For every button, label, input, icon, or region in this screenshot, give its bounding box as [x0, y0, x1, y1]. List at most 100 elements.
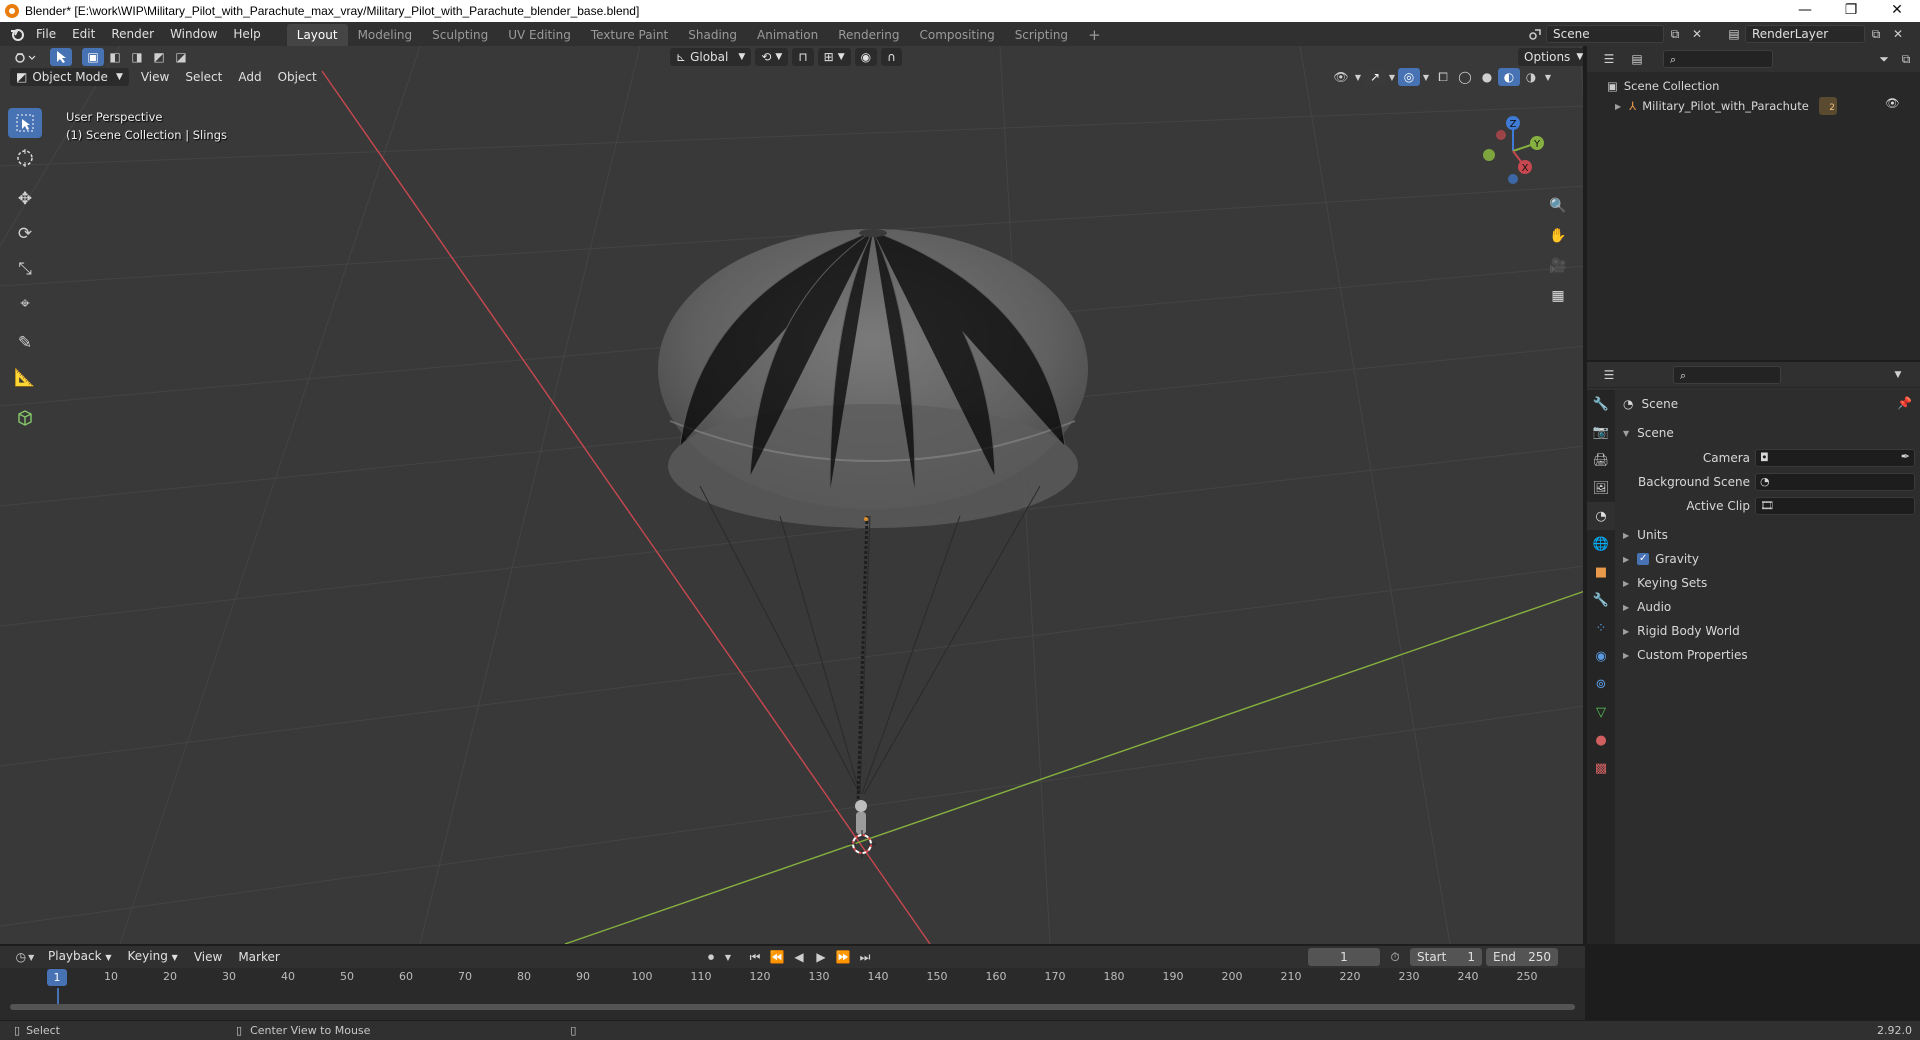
modifiers-tab-icon[interactable]: 🔧 — [1587, 586, 1615, 614]
outliner-row-object[interactable]: ▶ ⅄ Military_Pilot_with_Parachute 2 👁 — [1587, 96, 1920, 116]
new-collection-icon[interactable]: ⧉ — [1895, 50, 1917, 68]
tab-compositing[interactable]: Compositing — [909, 24, 1004, 46]
jump-end-icon[interactable]: ⏭ — [854, 948, 876, 966]
texture-tab-icon[interactable]: ▩ — [1587, 754, 1615, 782]
shading-solid-icon[interactable]: ● — [1476, 68, 1498, 86]
proportional-falloff-dropdown[interactable]: ∩ — [881, 48, 902, 66]
gizmo-neg-x-icon[interactable] — [1496, 130, 1506, 140]
maximize-button[interactable]: ❐ — [1828, 0, 1874, 22]
timeline-menu-playback[interactable]: Playback ▼ — [40, 944, 120, 970]
properties-search-input[interactable]: ⌕ — [1673, 365, 1781, 384]
navigation-gizmo[interactable]: Z Y X — [1473, 111, 1553, 191]
pan-hand-icon[interactable]: ✋ — [1546, 224, 1570, 248]
next-keyframe-icon[interactable]: ⏩ — [832, 948, 854, 966]
blender-menu-icon[interactable] — [6, 25, 28, 43]
camera-field[interactable]: ◘ ✒ — [1755, 449, 1915, 467]
menu-help[interactable]: Help — [225, 22, 268, 46]
menu-edit[interactable]: Edit — [64, 22, 103, 46]
material-tab-icon[interactable]: ● — [1587, 726, 1615, 754]
ortho-grid-icon[interactable]: ▦ — [1546, 284, 1570, 308]
active-clip-field[interactable]: 🎞 — [1755, 497, 1915, 515]
shading-rendered-icon[interactable]: ◑ — [1520, 68, 1542, 86]
child-count-badge[interactable]: 2 — [1819, 97, 1837, 115]
object-tab-icon[interactable]: ■ — [1587, 558, 1615, 586]
stopwatch-icon[interactable]: ⏱ — [1384, 948, 1406, 966]
visibility-eye-icon[interactable]: 👁 — [1885, 96, 1900, 110]
select-mode-invert-icon[interactable]: ◩ — [148, 48, 170, 66]
select-mode-extend-icon[interactable]: ◧ — [104, 48, 126, 66]
gizmo-toggle-icon[interactable]: ↗ — [1364, 68, 1386, 86]
transform-orientation-dropdown[interactable]: ⊾ Global ▼ — [670, 48, 752, 66]
expand-arrow-icon[interactable]: ▶ — [1615, 102, 1621, 111]
background-scene-field[interactable]: ◔ — [1755, 473, 1915, 491]
annotate-icon[interactable]: ✎ — [8, 328, 42, 358]
move-icon[interactable]: ✥ — [8, 184, 42, 214]
play-icon[interactable]: ▶ — [810, 948, 832, 966]
prev-keyframe-icon[interactable]: ⏪ — [766, 948, 788, 966]
output-tab-icon[interactable]: 🖨 — [1587, 446, 1615, 474]
units-panel-header[interactable]: ▶ Units — [1615, 524, 1920, 546]
timeline-editor-type-icon[interactable]: ◷ ▼ — [10, 948, 40, 966]
gravity-checkbox[interactable]: ✓ — [1637, 553, 1650, 565]
jump-start-icon[interactable]: ⏮ — [744, 948, 766, 966]
render-tab-icon[interactable]: 📷 — [1587, 418, 1615, 446]
scene-tab-icon[interactable]: ◔ — [1587, 502, 1615, 530]
delete-scene-icon[interactable]: ✕ — [1686, 25, 1708, 43]
editor-type-icon[interactable] — [10, 48, 40, 66]
timeline-menu-marker[interactable]: Marker — [230, 945, 287, 969]
proportional-edit-toggle[interactable]: ◉ — [854, 48, 878, 66]
outliner-editor-type-icon[interactable]: ☰ — [1595, 50, 1623, 68]
properties-editor-type-icon[interactable]: ☰ — [1595, 366, 1623, 384]
menu-window[interactable]: Window — [162, 22, 225, 46]
view-layer-icon[interactable]: ▤ — [1723, 25, 1745, 43]
select-tool-icon[interactable] — [50, 48, 72, 66]
scene-icon[interactable] — [1524, 25, 1546, 43]
menu-file[interactable]: File — [28, 22, 64, 46]
select-mode-intersect-icon[interactable]: ◪ — [170, 48, 192, 66]
pin-icon[interactable]: 📌 — [1897, 396, 1912, 410]
timeline-menu-view[interactable]: View — [186, 945, 230, 969]
viewport-menu-select[interactable]: Select — [177, 65, 230, 89]
zoom-icon[interactable]: 🔍 — [1546, 194, 1570, 218]
add-cube-icon[interactable] — [8, 402, 42, 432]
close-button[interactable]: ✕ — [1874, 0, 1920, 22]
tab-animation[interactable]: Animation — [747, 24, 828, 46]
play-reverse-icon[interactable]: ◀ — [788, 948, 810, 966]
tab-modeling[interactable]: Modeling — [348, 24, 423, 46]
tab-sculpting[interactable]: Sculpting — [422, 24, 498, 46]
measure-icon[interactable]: 📐 — [8, 363, 42, 393]
timeline-track-area[interactable] — [0, 988, 1585, 1022]
viewport-menu-object[interactable]: Object — [270, 65, 325, 89]
viewport-menu-add[interactable]: Add — [230, 65, 269, 89]
outliner-row-scene-collection[interactable]: ▣ Scene Collection — [1587, 76, 1920, 96]
chevron-down-icon[interactable]: ▼ — [1352, 68, 1364, 86]
timeline-menu-keying[interactable]: Keying ▼ — [120, 944, 186, 970]
chevron-down-icon[interactable]: ▼ — [1386, 68, 1398, 86]
visibility-eye-icon[interactable]: 👁 — [1330, 68, 1352, 86]
gizmo-neg-y-icon[interactable] — [1483, 149, 1495, 161]
scene-panel-header[interactable]: ▼ Scene — [1615, 422, 1920, 444]
tab-texture-paint[interactable]: Texture Paint — [581, 24, 678, 46]
audio-panel-header[interactable]: ▶ Audio — [1615, 596, 1920, 618]
transform-icon[interactable]: ⌖ — [8, 289, 42, 319]
scene-name-field[interactable]: Scene — [1546, 25, 1664, 43]
snap-target-dropdown[interactable]: ⊞ ▼ — [817, 48, 851, 66]
timeline-ruler[interactable]: 1 10 20 30 40 50 60 70 80 90 100 110 120… — [0, 968, 1585, 988]
new-scene-icon[interactable]: ⧉ — [1664, 25, 1686, 43]
new-viewlayer-icon[interactable]: ⧉ — [1865, 25, 1887, 43]
start-frame-field[interactable]: Start 1 — [1410, 948, 1482, 966]
menu-render[interactable]: Render — [103, 22, 162, 46]
tab-layout[interactable]: Layout — [286, 24, 348, 46]
chevron-down-icon[interactable]: ▼ — [1887, 366, 1909, 384]
filter-icon[interactable]: ⏷ — [1873, 50, 1895, 68]
playhead-frame-indicator[interactable]: 1 — [47, 969, 67, 986]
view-layer-field[interactable]: RenderLayer — [1745, 25, 1865, 43]
camera-view-icon[interactable]: 🎥 — [1546, 254, 1570, 278]
select-mode-subtract-icon[interactable]: ◨ — [126, 48, 148, 66]
gizmo-neg-z-icon[interactable] — [1508, 174, 1518, 184]
delete-viewlayer-icon[interactable]: ✕ — [1887, 25, 1909, 43]
rigid-body-world-panel-header[interactable]: ▶ Rigid Body World — [1615, 620, 1920, 642]
physics-tab-icon[interactable]: ◉ — [1587, 642, 1615, 670]
overlays-toggle-icon[interactable]: ◎ — [1398, 68, 1420, 86]
tab-scripting[interactable]: Scripting — [1005, 24, 1078, 46]
